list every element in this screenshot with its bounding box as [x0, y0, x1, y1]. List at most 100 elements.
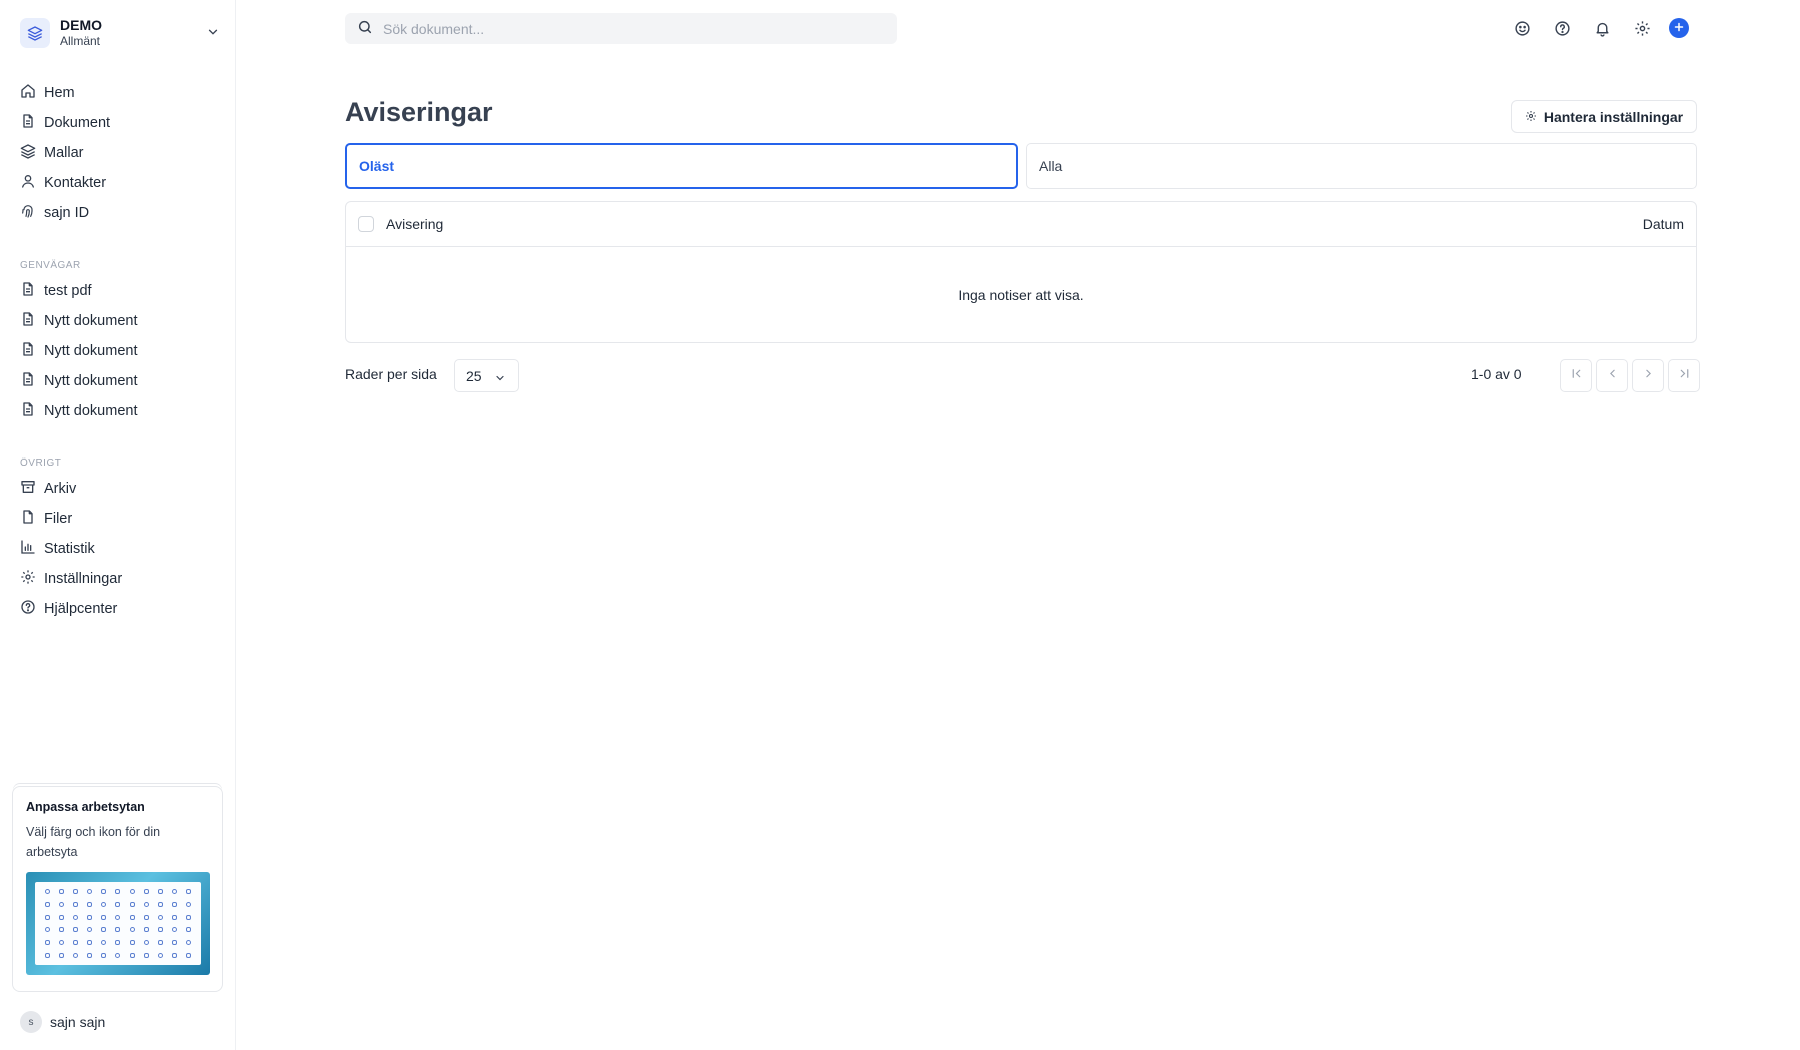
customize-workspace-card[interactable]: Anpassa arbetsytan Välj färg och ikon fö…: [12, 786, 223, 992]
sidebar-item-help-center[interactable]: Hjälpcenter: [12, 594, 224, 624]
bell-icon[interactable]: [1591, 17, 1613, 39]
mini-icon: [58, 888, 64, 894]
document-icon: [20, 311, 44, 331]
sidebar-item-label: Hjälpcenter: [44, 601, 118, 617]
tab-all[interactable]: Alla: [1026, 143, 1697, 189]
column-header-notification[interactable]: Avisering: [386, 216, 443, 232]
search-input[interactable]: [383, 20, 883, 37]
shortcut-label: Nytt dokument: [44, 373, 138, 389]
sidebar-item-contacts[interactable]: Kontakter: [12, 168, 224, 198]
sidebar-item-label: Mallar: [44, 145, 84, 161]
mini-icon: [87, 914, 93, 920]
chevrons-left-icon: [1570, 367, 1583, 384]
smiley-icon[interactable]: [1511, 17, 1533, 39]
sidebar-item-label: Filer: [44, 511, 73, 527]
mini-icon: [58, 914, 64, 920]
mini-icon: [58, 927, 64, 933]
first-page-button[interactable]: [1560, 359, 1592, 392]
sidebar-item-label: sajn ID: [44, 205, 90, 221]
mini-icon: [186, 927, 192, 933]
rows-per-page-label: Rader per sida: [345, 366, 437, 382]
shortcut-item[interactable]: Nytt dokument: [12, 336, 224, 366]
page-title: Aviseringar: [345, 97, 493, 127]
icon-grid-illustration: [26, 872, 210, 975]
document-icon: [20, 281, 44, 301]
gear-icon: [20, 569, 44, 589]
mini-icon: [115, 927, 121, 933]
sidebar-item-settings[interactable]: Inställningar: [12, 564, 224, 594]
sidebar-item-label: Dokument: [44, 115, 111, 131]
gear-icon: [1525, 109, 1544, 125]
mini-icon: [72, 888, 78, 894]
chevron-down-icon: [206, 25, 220, 43]
shortcut-label: Nytt dokument: [44, 313, 138, 329]
manage-settings-button[interactable]: Hantera inställningar: [1511, 100, 1697, 133]
shortcut-item[interactable]: Nytt dokument: [12, 396, 224, 426]
gear-icon[interactable]: [1631, 17, 1653, 39]
workspace-switcher[interactable]: DEMO Allmänt: [20, 16, 220, 50]
mini-icon: [129, 901, 135, 907]
sidebar-item-sajn-id[interactable]: sajn ID: [12, 198, 224, 228]
mini-icon: [158, 914, 164, 920]
previous-page-button[interactable]: [1596, 359, 1628, 392]
mini-icon: [186, 953, 192, 959]
mini-icon: [158, 953, 164, 959]
shortcut-label: Nytt dokument: [44, 403, 138, 419]
sidebar-item-home[interactable]: Hem: [12, 78, 224, 108]
sidebar-item-statistics[interactable]: Statistik: [12, 534, 224, 564]
help-circle-icon: [20, 599, 44, 619]
mini-icon: [72, 901, 78, 907]
plus-icon: [1673, 20, 1685, 37]
mini-icon: [158, 901, 164, 907]
workspace-name: DEMO: [60, 17, 102, 33]
sidebar-item-archive[interactable]: Arkiv: [12, 474, 224, 504]
bar-chart-icon: [20, 539, 44, 559]
sidebar-item-templates[interactable]: Mallar: [12, 138, 224, 168]
sidebar-item-label: Statistik: [44, 541, 95, 557]
search-bar[interactable]: [345, 13, 897, 44]
create-new-button[interactable]: [1669, 18, 1689, 38]
shortcut-item[interactable]: Nytt dokument: [12, 366, 224, 396]
user-name: sajn sajn: [50, 1014, 106, 1030]
notifications-table: Avisering Datum Inga notiser att visa.: [345, 201, 1697, 343]
column-header-date[interactable]: Datum: [1643, 216, 1684, 232]
select-all-checkbox[interactable]: [358, 216, 374, 232]
mini-icon: [87, 888, 93, 894]
user-menu[interactable]: s sajn sajn: [20, 1011, 105, 1033]
tab-unread[interactable]: Oläst: [345, 143, 1018, 189]
mini-icon: [101, 914, 107, 920]
rows-per-page-select[interactable]: 25: [454, 359, 519, 392]
layers-icon: [20, 18, 50, 48]
mini-icon: [101, 927, 107, 933]
mini-icon: [44, 888, 50, 894]
mini-icon: [158, 888, 164, 894]
sidebar-item-files[interactable]: Filer: [12, 504, 224, 534]
sidebar-item-label: Kontakter: [44, 175, 107, 191]
document-icon: [20, 341, 44, 361]
shortcut-label: test pdf: [44, 283, 92, 299]
help-circle-icon[interactable]: [1551, 17, 1573, 39]
document-icon: [20, 401, 44, 421]
mini-icon: [44, 901, 50, 907]
shortcuts-section-title: GENVÄGAR: [20, 260, 81, 271]
last-page-button[interactable]: [1668, 359, 1700, 392]
icon-grid: [35, 882, 201, 965]
layers-icon: [20, 143, 44, 163]
mini-icon: [143, 940, 149, 946]
sidebar-item-documents[interactable]: Dokument: [12, 108, 224, 138]
tab-label: Alla: [1039, 158, 1063, 174]
shortcut-item[interactable]: Nytt dokument: [12, 306, 224, 336]
mini-icon: [143, 953, 149, 959]
home-icon: [20, 83, 44, 103]
mini-icon: [143, 927, 149, 933]
mini-icon: [129, 940, 135, 946]
sidebar-item-label: Inställningar: [44, 571, 123, 587]
mini-icon: [186, 914, 192, 920]
next-page-button[interactable]: [1632, 359, 1664, 392]
mini-icon: [158, 940, 164, 946]
workspace-subtitle: Allmänt: [60, 34, 101, 48]
user-icon: [20, 173, 44, 193]
mini-icon: [172, 888, 178, 894]
shortcut-item[interactable]: test pdf: [12, 276, 224, 306]
promo-title: Anpassa arbetsytan: [26, 800, 145, 814]
